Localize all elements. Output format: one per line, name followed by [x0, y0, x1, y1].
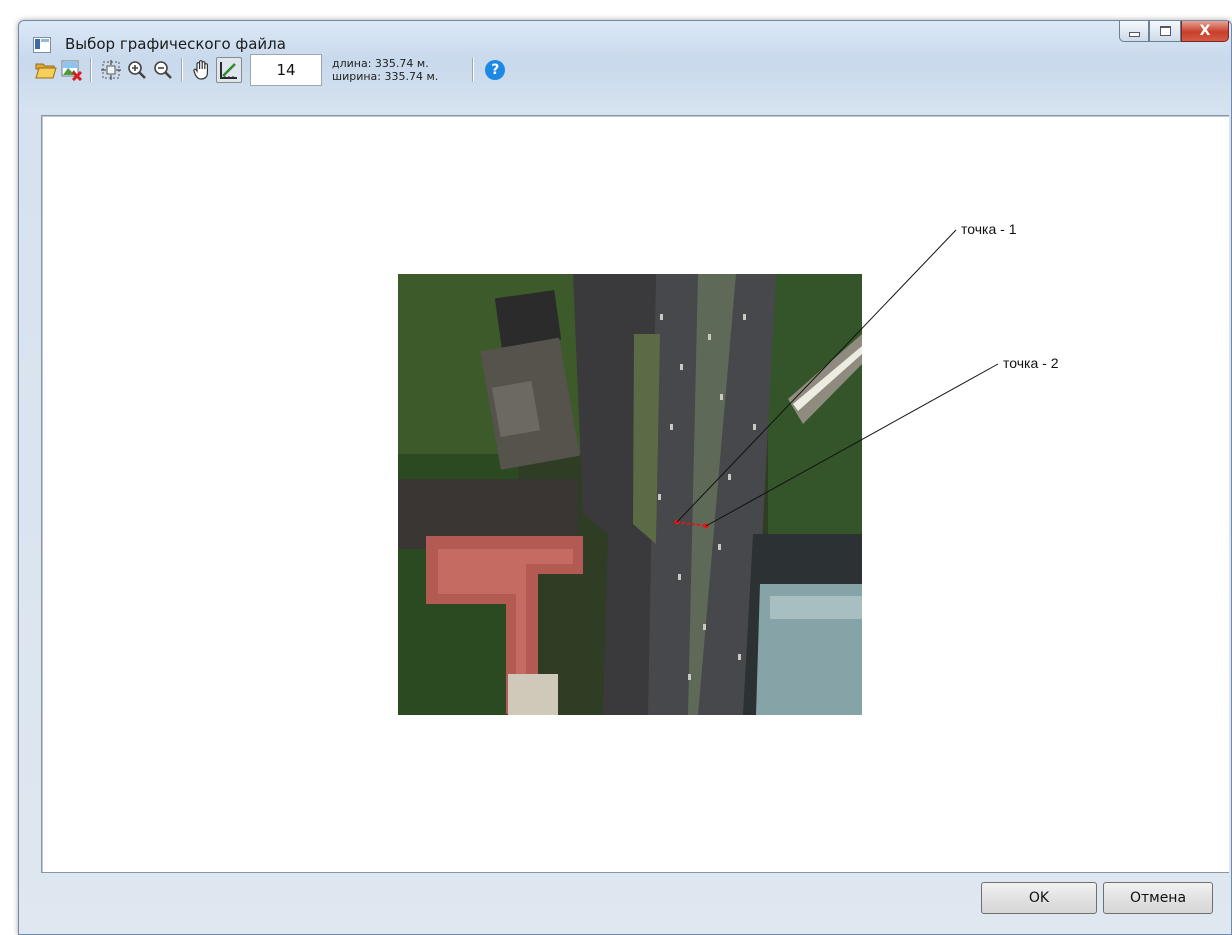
measure-button[interactable] [216, 57, 242, 83]
window-controls: X [1119, 21, 1229, 43]
fit-extent-button[interactable] [99, 58, 123, 82]
help-icon: ? [491, 62, 500, 78]
pan-hand-icon [193, 60, 208, 80]
minimize-icon [1128, 32, 1140, 37]
remove-image-button[interactable] [60, 58, 84, 82]
cancel-button[interactable]: Отмена [1103, 882, 1213, 914]
ok-button[interactable]: OK [981, 882, 1097, 914]
close-button[interactable]: X [1181, 21, 1229, 42]
fit-extent-icon [101, 60, 121, 80]
help-button[interactable]: ? [485, 60, 506, 80]
satellite-map-image[interactable] [398, 274, 862, 715]
remove-image-icon [61, 60, 83, 81]
zoom-in-button[interactable] [125, 58, 149, 82]
dialog-button-bar: OK Отмена [18, 875, 1230, 933]
minimize-button[interactable] [1119, 21, 1149, 42]
toolbar-separator [181, 58, 182, 82]
maximize-icon [1159, 26, 1171, 36]
zoom-in-icon [128, 61, 146, 79]
toolbar-separator [472, 58, 474, 82]
length-readout: длина: 335.74 м. [332, 57, 429, 70]
zoom-out-button[interactable] [151, 58, 175, 82]
measure-icon [220, 62, 237, 79]
point-1-marker[interactable] [674, 519, 680, 525]
width-readout: ширина: 335.74 м. [332, 70, 439, 83]
zoom-out-icon [154, 61, 172, 79]
open-folder-icon [35, 63, 57, 79]
open-file-button[interactable] [34, 58, 58, 82]
maximize-button[interactable] [1149, 21, 1181, 42]
point-1-label: точка - 1 [961, 221, 1017, 237]
close-icon: X [1199, 23, 1211, 39]
pan-button[interactable] [190, 58, 214, 82]
dimensions-readout: длина: 335.74 м. ширина: 335.74 м. [332, 57, 438, 83]
toolbar: 14 длина: 335.74 м. ширина: 335.74 м. ? [20, 50, 1230, 90]
toolbar-separator [90, 58, 91, 82]
point-2-label: точка - 2 [1003, 355, 1059, 371]
point-2-marker[interactable] [703, 523, 709, 529]
zoom-level-input[interactable]: 14 [250, 54, 322, 86]
map-canvas[interactable]: точка - 1 точка - 2 [41, 115, 1229, 873]
